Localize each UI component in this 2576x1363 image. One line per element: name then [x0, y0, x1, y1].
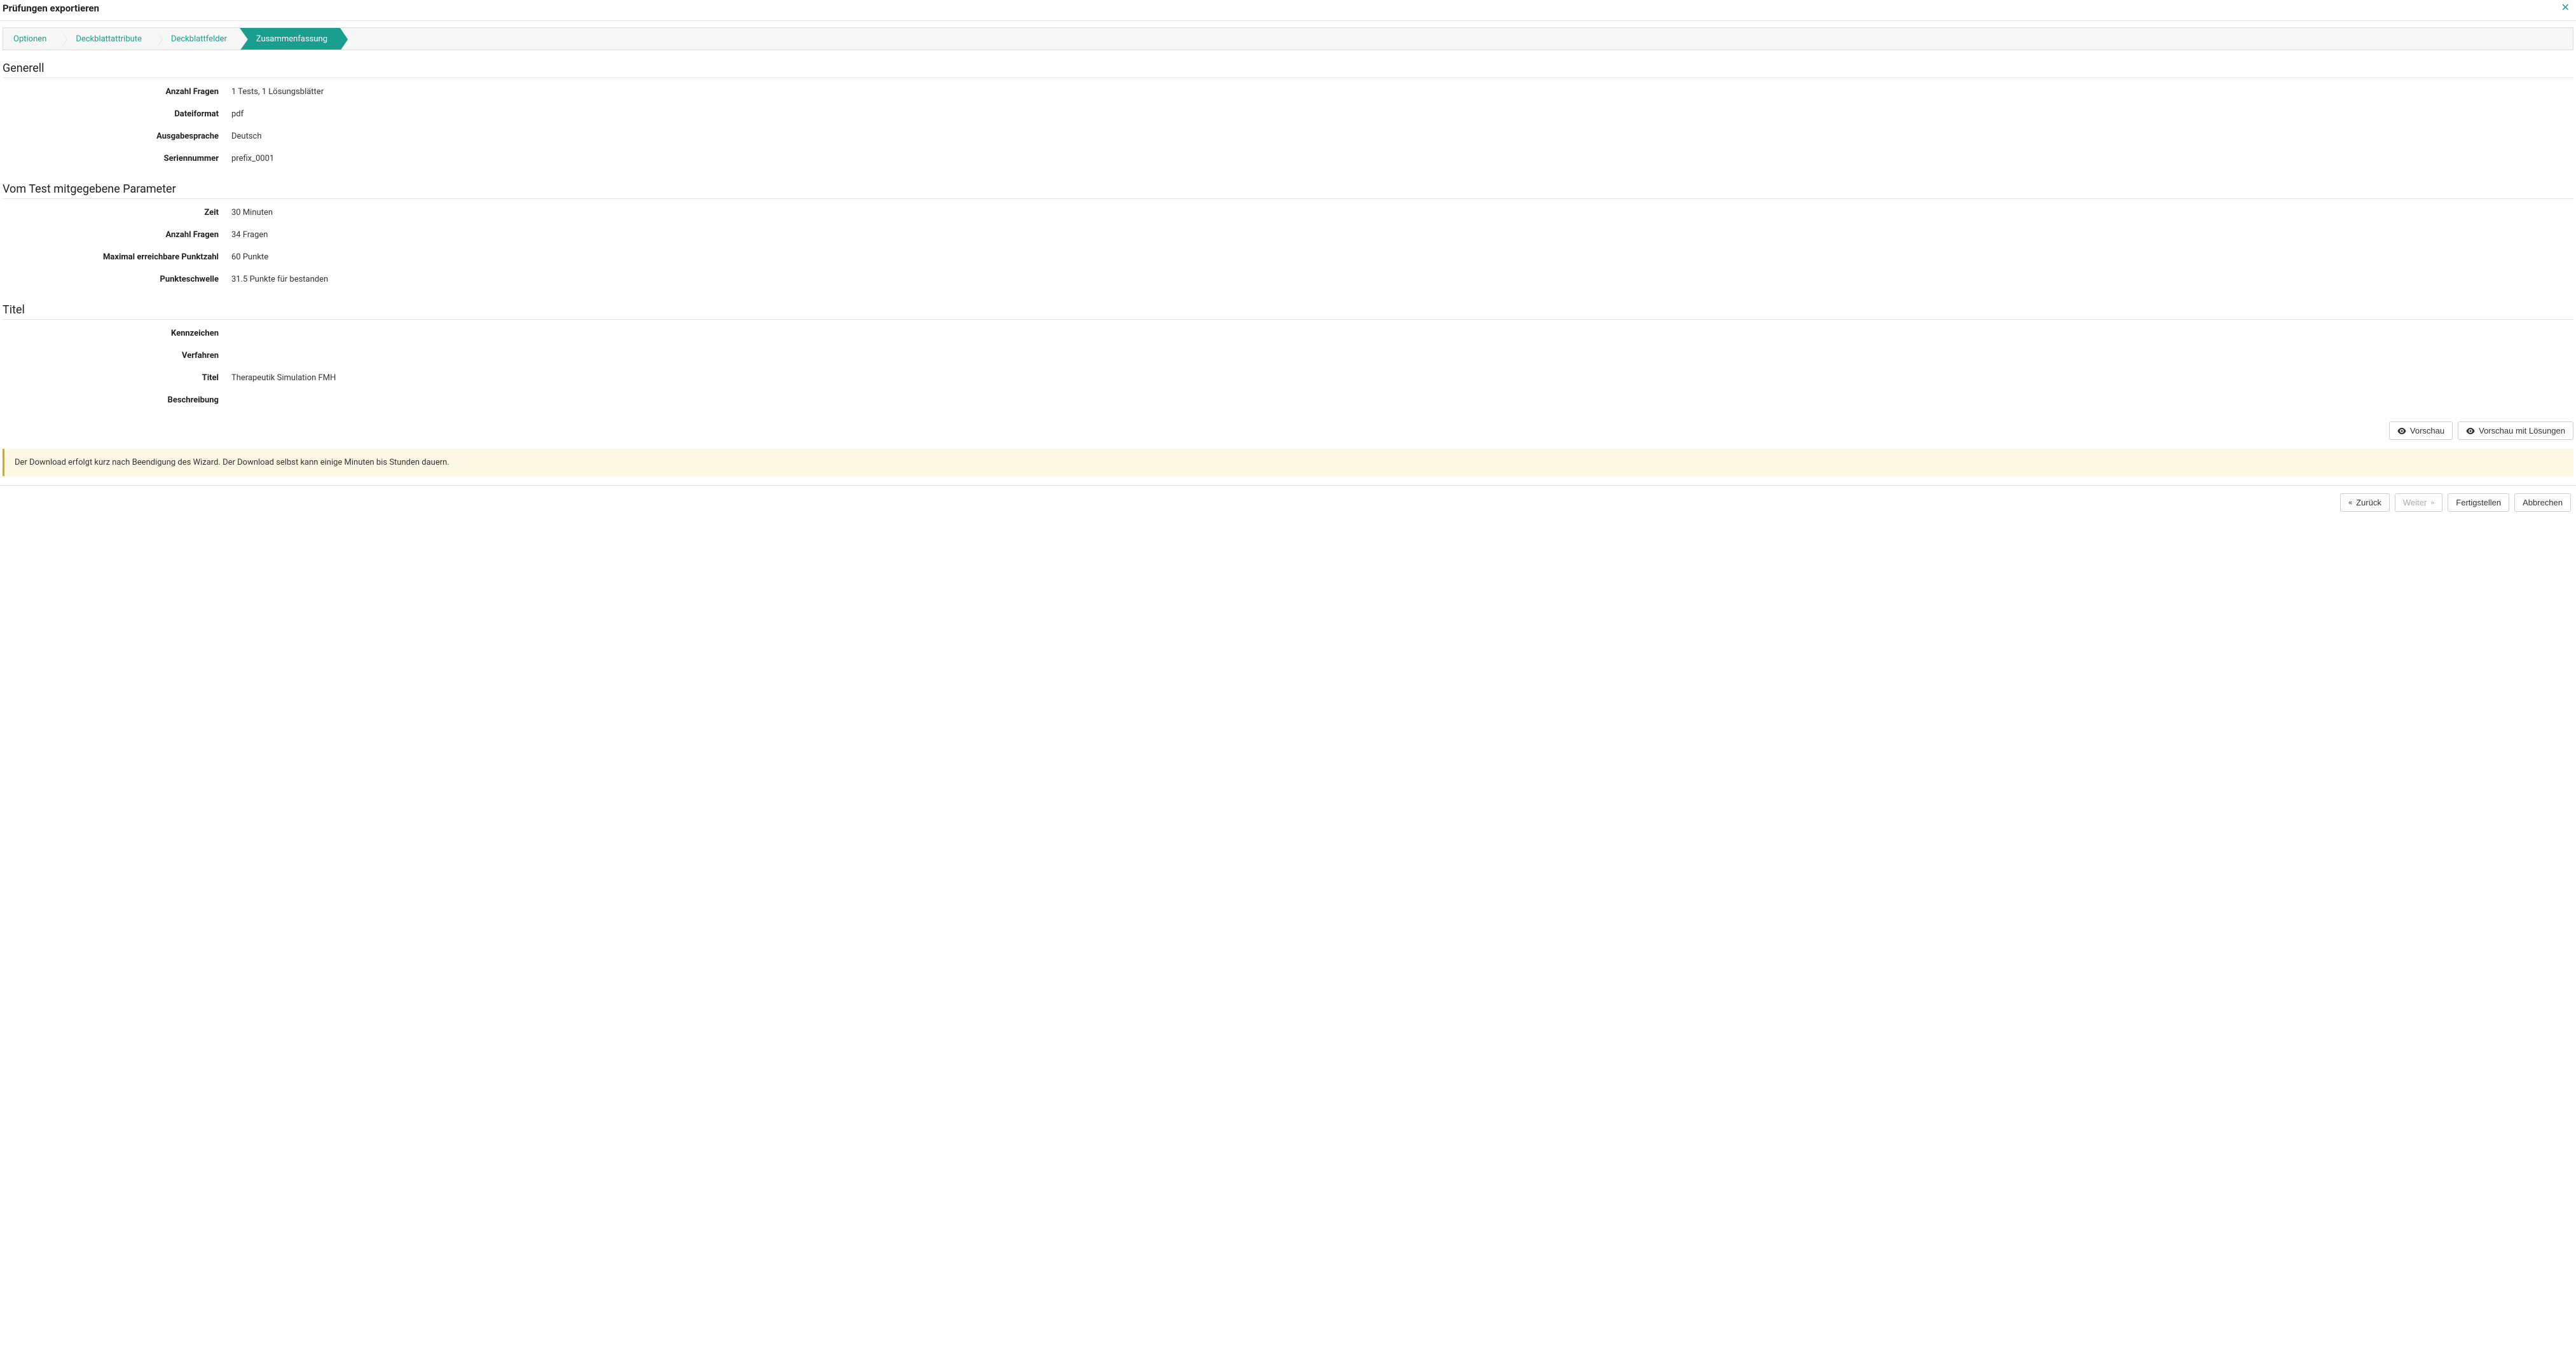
value: Deutsch — [231, 132, 262, 141]
back-button[interactable]: « Zurück — [2340, 493, 2390, 512]
value: prefix_0001 — [231, 154, 274, 163]
label: Seriennummer — [3, 154, 231, 163]
wizard-step-zusammenfassung[interactable]: Zusammenfassung — [240, 28, 340, 50]
value: 60 Punkte — [231, 252, 268, 262]
row-punkteschwelle: Punkteschwelle 31.5 Punkte für bestanden — [3, 275, 2573, 284]
label: Kennzeichen — [3, 329, 231, 338]
row-kennzeichen: Kennzeichen — [3, 329, 2573, 338]
wizard-step-deckblattattribute[interactable]: Deckblattattribute — [59, 28, 154, 50]
preview-buttons-row: Vorschau Vorschau mit Lösungen — [0, 418, 2576, 449]
row-ausgabesprache: Ausgabesprache Deutsch — [3, 132, 2573, 141]
value: 31.5 Punkte für bestanden — [231, 275, 328, 284]
close-icon[interactable]: ✕ — [2561, 3, 2570, 13]
button-label: Abbrechen — [2523, 498, 2563, 507]
row-anzahl-fragen-params: Anzahl Fragen 34 Fragen — [3, 230, 2573, 240]
chevron-right-icon: » — [2430, 499, 2434, 507]
modal-title: Prüfungen exportieren — [3, 3, 99, 14]
value: pdf — [231, 109, 243, 119]
label: Anzahl Fragen — [3, 87, 231, 97]
button-label: Fertigstellen — [2456, 498, 2501, 507]
value: 30 Minuten — [231, 208, 273, 217]
eye-icon — [2397, 428, 2406, 434]
wizard-step-deckblattfelder[interactable]: Deckblattfelder — [154, 28, 240, 50]
row-seriennummer: Seriennummer prefix_0001 — [3, 154, 2573, 163]
wizard-container: Optionen Deckblattattribute Deckblattfel… — [0, 21, 2576, 50]
preview-button[interactable]: Vorschau — [2389, 421, 2453, 440]
wizard-steps: Optionen Deckblattattribute Deckblattfel… — [3, 27, 2573, 50]
wizard-step-optionen[interactable]: Optionen — [3, 28, 59, 50]
button-label: Vorschau mit Lösungen — [2479, 426, 2565, 435]
row-dateiformat: Dateiformat pdf — [3, 109, 2573, 119]
row-titel: Titel Therapeutik Simulation FMH — [3, 373, 2573, 383]
eye-icon — [2466, 428, 2475, 434]
label: Verfahren — [3, 351, 231, 360]
wizard-step-label: Deckblattattribute — [76, 34, 142, 44]
preview-with-solutions-button[interactable]: Vorschau mit Lösungen — [2458, 421, 2573, 440]
value: 34 Fragen — [231, 230, 268, 240]
finish-button[interactable]: Fertigstellen — [2448, 493, 2509, 512]
wizard-step-label: Deckblattfelder — [171, 34, 227, 44]
summary-content: Generell Anzahl Fragen 1 Tests, 1 Lösung… — [0, 50, 2576, 405]
button-label: Zurück — [2356, 498, 2381, 507]
row-max-punkte: Maximal erreichbare Punktzahl 60 Punkte — [3, 252, 2573, 262]
label: Punkteschwelle — [3, 275, 231, 284]
label: Dateiformat — [3, 109, 231, 119]
cancel-button[interactable]: Abbrechen — [2514, 493, 2571, 512]
label: Ausgabesprache — [3, 132, 231, 141]
row-zeit: Zeit 30 Minuten — [3, 208, 2573, 217]
modal-header: Prüfungen exportieren ✕ — [0, 0, 2576, 21]
value: Therapeutik Simulation FMH — [231, 373, 336, 383]
value: 1 Tests, 1 Lösungsblätter — [231, 87, 324, 97]
section-title-generell: Generell — [3, 55, 2573, 78]
row-beschreibung: Beschreibung — [3, 395, 2573, 405]
wizard-step-label: Optionen — [13, 34, 46, 44]
download-info-alert: Der Download erfolgt kurz nach Beendigun… — [3, 449, 2573, 476]
wizard-step-label: Zusammenfassung — [256, 34, 327, 44]
wizard-footer: « Zurück Weiter » Fertigstellen Abbreche… — [0, 485, 2576, 519]
label: Maximal erreichbare Punktzahl — [3, 252, 231, 262]
button-label: Vorschau — [2410, 426, 2444, 435]
row-anzahl-fragen-general: Anzahl Fragen 1 Tests, 1 Lösungsblätter — [3, 87, 2573, 97]
next-button: Weiter » — [2395, 493, 2442, 512]
button-label: Weiter — [2403, 498, 2427, 507]
row-verfahren: Verfahren — [3, 351, 2573, 360]
alert-text: Der Download erfolgt kurz nach Beendigun… — [15, 458, 449, 467]
chevron-left-icon: « — [2348, 499, 2352, 507]
section-title-parameter: Vom Test mitgegebene Parameter — [3, 176, 2573, 199]
label: Anzahl Fragen — [3, 230, 231, 240]
label: Zeit — [3, 208, 231, 217]
section-title-titel: Titel — [3, 297, 2573, 320]
label: Titel — [3, 373, 231, 383]
label: Beschreibung — [3, 395, 231, 405]
